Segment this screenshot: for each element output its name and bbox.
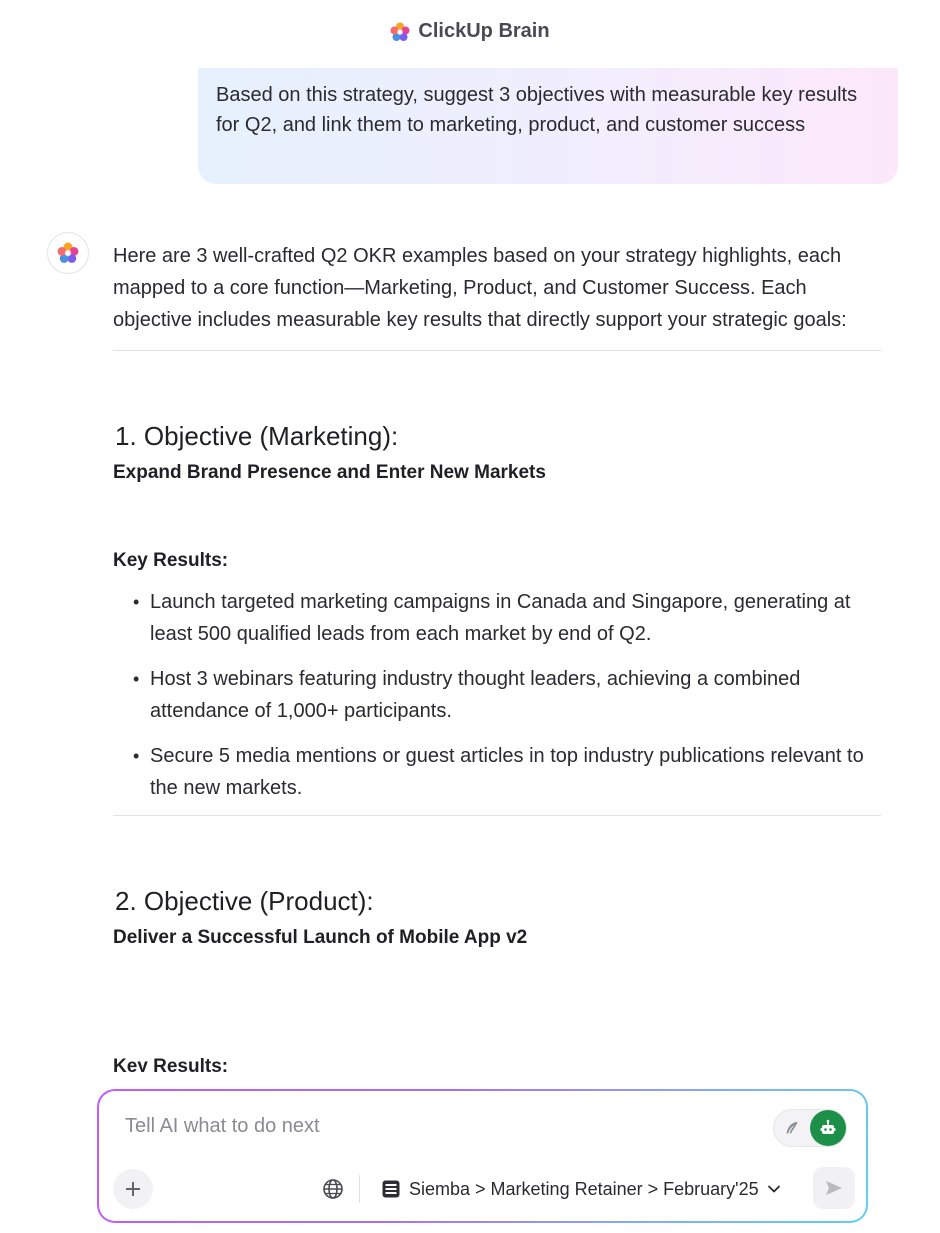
divider — [113, 350, 881, 351]
clickup-brain-avatar-icon — [57, 242, 79, 263]
divider — [359, 1175, 360, 1203]
mode-toggle[interactable] — [773, 1109, 847, 1147]
prompt-input[interactable] — [125, 1115, 645, 1138]
key-results-label-clipped: Key Results: — [113, 1056, 229, 1072]
divider — [113, 815, 881, 816]
robot-icon[interactable] — [810, 1110, 846, 1146]
send-button[interactable] — [813, 1167, 855, 1209]
objective-heading: 1. Objective (Marketing): — [115, 421, 399, 451]
assistant-response: Here are 3 well-crafted Q2 OKR examples … — [113, 240, 883, 949]
list-item: Secure 5 media mentions or guest article… — [113, 740, 883, 804]
location-path: Siemba > Marketing Retainer > February'2… — [409, 1178, 759, 1199]
feather-icon[interactable] — [774, 1110, 810, 1146]
list-item: Launch targeted marketing campaigns in C… — [113, 586, 883, 650]
chevron-down-icon[interactable] — [767, 1182, 781, 1196]
composer: Siemba > Marketing Retainer > February'2… — [97, 1089, 868, 1223]
key-results-list: Launch targeted marketing campaigns in C… — [113, 586, 883, 804]
objective-heading: 2. Objective (Product): — [115, 886, 374, 916]
send-icon — [826, 1181, 842, 1195]
plus-icon — [126, 1182, 140, 1196]
response-intro: Here are 3 well-crafted Q2 OKR examples … — [113, 245, 847, 331]
chat-header: ClickUp Brain — [0, 20, 940, 43]
list-item: Host 3 webinars featuring industry thoug… — [113, 663, 883, 727]
location-selector[interactable]: Siemba > Marketing Retainer > February'2… — [381, 1173, 781, 1205]
user-message-bubble: Based on this strategy, suggest 3 object… — [198, 68, 898, 184]
add-attachment-button[interactable] — [113, 1169, 153, 1209]
header-title: ClickUp Brain — [418, 20, 550, 42]
objective-subtitle: Deliver a Successful Launch of Mobile Ap… — [113, 927, 528, 948]
list-icon — [382, 1180, 400, 1198]
key-results-label: Key Results: — [113, 550, 229, 571]
objective-subtitle: Expand Brand Presence and Enter New Mark… — [113, 462, 546, 483]
clickup-brain-logo-icon — [390, 22, 410, 41]
assistant-avatar — [47, 232, 89, 274]
globe-icon[interactable] — [321, 1177, 345, 1201]
